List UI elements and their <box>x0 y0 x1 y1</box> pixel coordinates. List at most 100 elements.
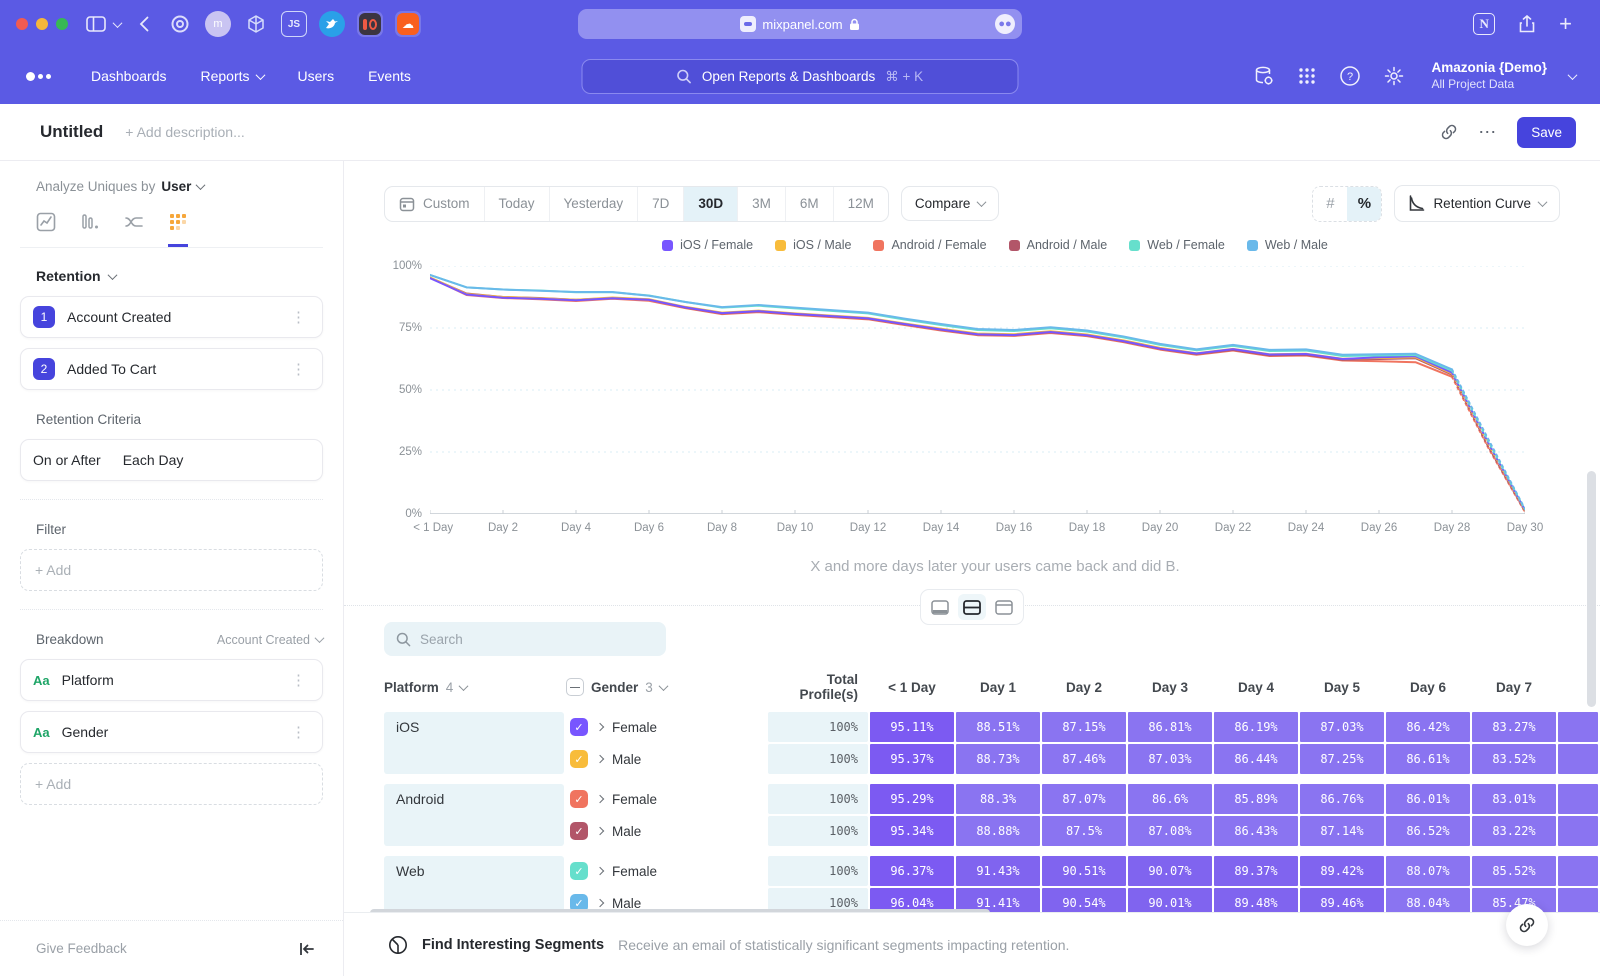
series-checkbox[interactable]: ✓ <box>570 822 588 840</box>
tab-insights[interactable] <box>36 212 56 247</box>
range-button-3m[interactable]: 3M <box>738 187 786 221</box>
retention-value-cell[interactable]: 83.22% <box>1472 816 1556 846</box>
series-checkbox[interactable]: ✓ <box>570 750 588 768</box>
avatar-m-tab-icon[interactable]: m <box>205 11 231 37</box>
chart-focus-layout-icon[interactable] <box>926 594 954 620</box>
retention-value-cell[interactable]: 87.46% <box>1042 744 1126 774</box>
absolute-numbers-toggle[interactable]: # <box>1313 187 1347 221</box>
retention-value-cell[interactable]: 87.14% <box>1300 816 1384 846</box>
legend-item-android-male[interactable]: Android / Male <box>1009 238 1108 252</box>
window-controls[interactable] <box>16 18 68 30</box>
retention-step-1[interactable]: 1 Account Created ⋮ <box>20 296 323 338</box>
apps-grid-icon[interactable] <box>1297 66 1317 86</box>
series-checkbox[interactable]: ✓ <box>570 718 588 736</box>
nav-item-reports[interactable]: Reports <box>201 68 264 84</box>
retention-value-cell[interactable]: 91.43% <box>956 856 1040 886</box>
criteria-condition[interactable]: On or After <box>33 452 101 468</box>
retention-value-cell[interactable]: 88.73% <box>956 744 1040 774</box>
retention-value-cell[interactable]: 83.01% <box>1472 784 1556 814</box>
nav-item-events[interactable]: Events <box>368 68 411 84</box>
retention-value-cell[interactable]: 88.3% <box>956 784 1040 814</box>
retention-value-cell[interactable]: 86.52% <box>1386 816 1470 846</box>
retention-value-cell[interactable]: 83.27% <box>1472 712 1556 742</box>
notion-extension-icon[interactable]: N <box>1473 13 1495 35</box>
retention-value-cell[interactable]: 86.61% <box>1386 744 1470 774</box>
breakdown-menu-icon[interactable]: ⋮ <box>287 669 310 691</box>
nav-item-dashboards[interactable]: Dashboards <box>91 68 167 84</box>
more-options-icon[interactable]: ⋯ <box>1478 122 1497 143</box>
retention-value-cell[interactable]: 87.07% <box>1042 784 1126 814</box>
range-button-yesterday[interactable]: Yesterday <box>550 187 639 221</box>
legend-item-web-male[interactable]: Web / Male <box>1247 238 1328 252</box>
table-search[interactable] <box>384 622 666 656</box>
retention-value-cell[interactable]: 86.43% <box>1214 816 1298 846</box>
chart-plot-area[interactable] <box>430 266 1525 514</box>
retention-value-cell[interactable]: 86.19% <box>1214 712 1298 742</box>
retention-value-cell[interactable]: 88.07% <box>1386 856 1470 886</box>
retention-value-cell[interactable]: 86.76% <box>1300 784 1384 814</box>
retention-criteria-card[interactable]: On or After Each Day <box>20 439 323 481</box>
legend-item-ios-male[interactable]: iOS / Male <box>775 238 851 252</box>
report-title[interactable]: Untitled <box>40 122 103 142</box>
compare-button[interactable]: Compare <box>901 186 1000 221</box>
back-icon[interactable] <box>139 16 149 32</box>
help-icon[interactable]: ? <box>1339 65 1361 87</box>
retention-value-cell[interactable]: 87.03% <box>1300 712 1384 742</box>
retention-value-cell[interactable]: 87.5% <box>1042 816 1126 846</box>
retention-value-cell[interactable]: 87.25% <box>1300 744 1384 774</box>
global-search[interactable]: Open Reports & Dashboards ⌘ + K <box>582 59 1019 94</box>
retention-value-cell[interactable]: 90.01% <box>1128 888 1212 912</box>
retention-value-cell[interactable]: 88.51% <box>956 712 1040 742</box>
gender-column-header[interactable]: — Gender3 <box>566 678 766 696</box>
retention-step-2[interactable]: 2 Added To Cart ⋮ <box>20 348 323 390</box>
cube-tab-icon[interactable] <box>243 11 269 37</box>
minimize-window-button[interactable] <box>36 18 48 30</box>
retention-value-cell[interactable]: 89.42% <box>1300 856 1384 886</box>
retention-value-cell[interactable]: 89.37% <box>1214 856 1298 886</box>
nav-item-users[interactable]: Users <box>298 68 335 84</box>
retention-value-cell[interactable]: 90.07% <box>1128 856 1212 886</box>
js-tab-icon[interactable]: JS <box>281 11 307 37</box>
range-button-today[interactable]: Today <box>485 187 550 221</box>
retention-value-cell[interactable]: 95.11% <box>870 712 954 742</box>
breakdown-menu-icon[interactable]: ⋮ <box>287 721 310 743</box>
share-link-fab[interactable] <box>1506 904 1548 946</box>
settings-gear-icon[interactable] <box>1383 65 1405 87</box>
segments-title[interactable]: Find Interesting Segments <box>422 937 604 953</box>
retention-value-cell[interactable]: 86.44% <box>1214 744 1298 774</box>
breakdown-gender[interactable]: Aa Gender ⋮ <box>20 711 323 753</box>
table-focus-layout-icon[interactable] <box>990 594 1018 620</box>
expand-row-icon[interactable] <box>596 899 604 907</box>
expand-row-icon[interactable] <box>596 867 604 875</box>
step-menu-icon[interactable]: ⋮ <box>287 306 310 328</box>
retention-value-cell[interactable]: 83.52% <box>1472 744 1556 774</box>
close-window-button[interactable] <box>16 18 28 30</box>
table-search-input[interactable] <box>420 632 620 647</box>
expand-row-icon[interactable] <box>596 755 604 763</box>
soundcloud-tab-icon[interactable]: ☁ <box>395 11 421 37</box>
retention-value-cell[interactable]: 95.29% <box>870 784 954 814</box>
retention-value-cell[interactable]: 86.81% <box>1128 712 1212 742</box>
retention-value-cell[interactable]: 86.01% <box>1386 784 1470 814</box>
zoom-window-button[interactable] <box>56 18 68 30</box>
retention-value-cell[interactable]: 88.04% <box>1386 888 1470 912</box>
tab-overview-chevron-icon[interactable] <box>114 21 121 28</box>
address-bar-more-icon[interactable]: ●● <box>995 14 1015 34</box>
range-button-7d[interactable]: 7D <box>638 187 684 221</box>
sidebar-toggle-icon[interactable] <box>86 15 106 33</box>
retention-value-cell[interactable]: 95.37% <box>870 744 954 774</box>
collapse-sidebar-icon[interactable] <box>299 942 315 956</box>
retention-value-cell[interactable]: 89.48% <box>1214 888 1298 912</box>
retention-value-cell[interactable]: 85.52% <box>1472 856 1556 886</box>
target-tab-icon[interactable] <box>167 11 193 37</box>
retention-value-cell[interactable]: 87.15% <box>1042 712 1126 742</box>
criteria-interval[interactable]: Each Day <box>123 452 184 468</box>
retention-value-cell[interactable]: 87.08% <box>1128 816 1212 846</box>
percent-toggle[interactable]: % <box>1347 187 1381 221</box>
expand-row-icon[interactable] <box>596 827 604 835</box>
expand-row-icon[interactable] <box>596 795 604 803</box>
platform-column-header[interactable]: Platform4 <box>384 680 564 695</box>
vertical-scrollbar[interactable] <box>1587 471 1596 707</box>
retention-value-cell[interactable]: 86.42% <box>1386 712 1470 742</box>
retention-value-cell[interactable]: 87.03% <box>1128 744 1212 774</box>
